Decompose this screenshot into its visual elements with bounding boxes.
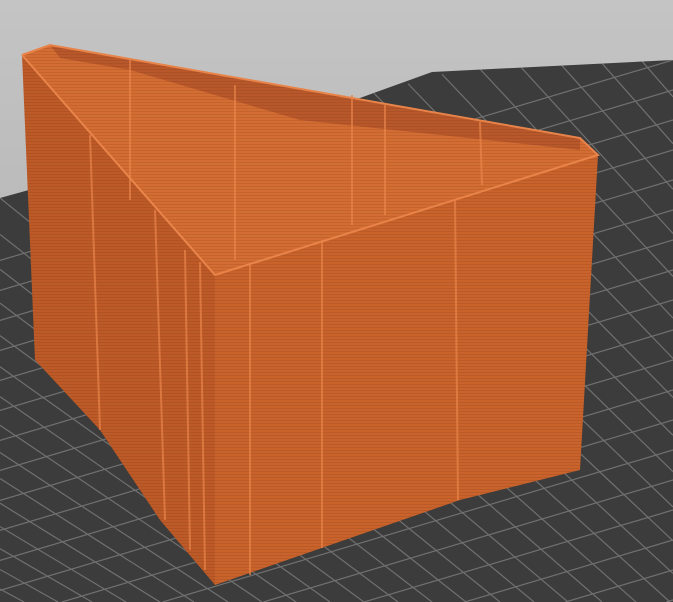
scene-canvas[interactable]	[0, 0, 673, 602]
3d-viewport[interactable]	[0, 0, 673, 602]
